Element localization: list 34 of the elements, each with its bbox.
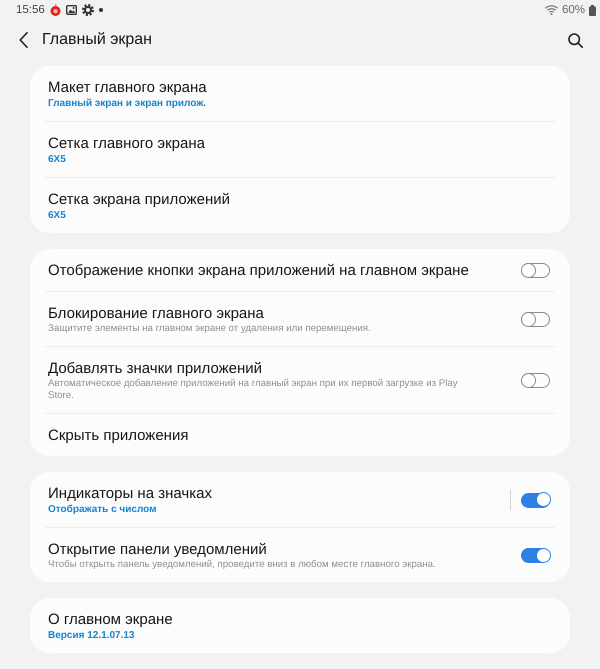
setting-title[interactable]: О главном экране [48,610,173,629]
setting-title[interactable]: Блокирование главного экрана [48,304,264,323]
toggle-switch[interactable] [521,312,550,327]
search-icon[interactable] [568,32,583,48]
image-icon [66,5,77,15]
setting-title[interactable]: Сетка главного экрана [48,134,205,153]
dot-icon [98,8,103,12]
setting-value: Версия 12.1.07.13 [48,629,134,642]
toggle-switch[interactable] [521,373,550,388]
setting-value: Отображать с числом [48,503,157,516]
setting-title[interactable]: Отображение кнопки экрана приложений на главном экране [48,261,469,280]
page-title: Главный экран [42,31,152,49]
fruit-icon [50,4,61,16]
setting-title[interactable]: Индикаторы на значках [48,484,212,503]
status-time: 15:56 [16,4,45,16]
setting-description: Защитите элементы на главном экране от удаления или перемещения. [48,323,371,335]
setting-value: 6X5 [48,153,66,166]
toggle-switch[interactable] [521,492,550,508]
wifi-icon [544,5,558,15]
setting-title[interactable]: Макет главного экрана [48,78,207,97]
battery-icon [589,4,596,16]
battery-percent: 60% [562,4,585,16]
toggle-switch[interactable] [521,548,550,563]
setting-title[interactable]: Добавлять значки приложений [48,359,262,378]
setting-title[interactable]: Скрыть приложения [48,426,188,445]
setting-title[interactable]: Сетка экрана приложений [48,190,230,209]
setting-value: 6X5 [48,209,66,222]
setting-title[interactable]: Открытие панели уведомлений [48,540,267,559]
setting-description: Автоматическое добавление приложений на главный экран при их первой загрузке из Play Store. [48,378,459,402]
settings-icon [82,4,94,16]
setting-description: Чтобы открыть панель уведомлений, проведите вниз в любом месте главного экрана. [48,559,436,571]
setting-value: Главный экран и экран прилож. [48,97,206,110]
toggle-switch[interactable] [521,263,550,278]
back-icon[interactable] [19,32,28,48]
